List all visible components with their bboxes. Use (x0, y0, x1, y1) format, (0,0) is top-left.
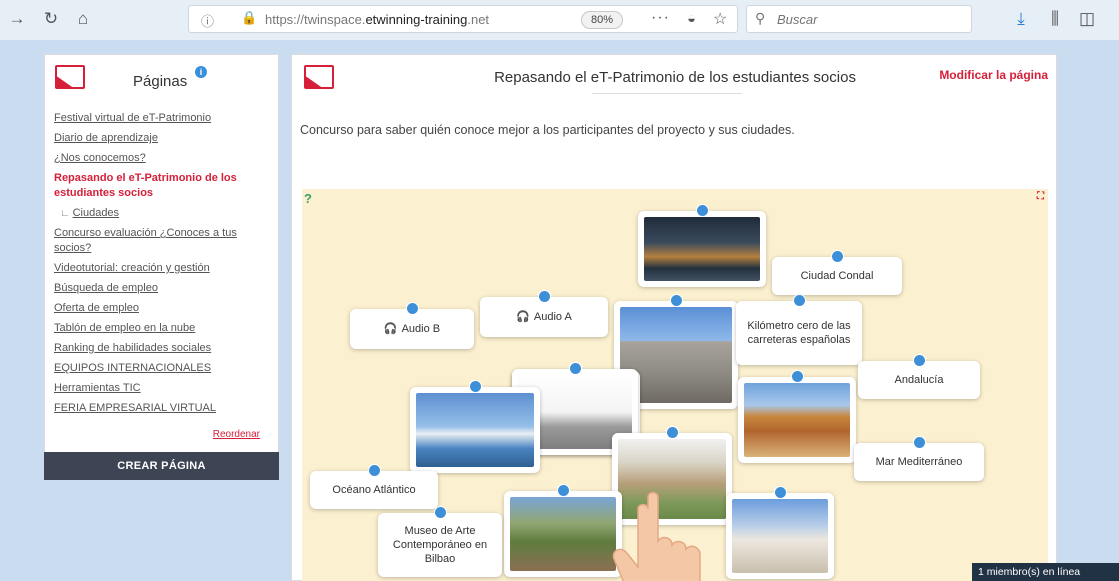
card-image (510, 497, 616, 571)
pin-icon[interactable] (406, 302, 419, 315)
card-label: Ciudad Condal (800, 270, 874, 282)
card-label: Océano Atlántico (332, 484, 416, 496)
page-item[interactable]: Videotutorial: creación y gestión (54, 261, 269, 276)
page-item[interactable]: Oferta de empleo (54, 301, 269, 316)
card-label: Andalucía (894, 374, 944, 386)
text-card[interactable]: Andalucía (858, 354, 980, 399)
matching-game[interactable]: ? ⛶ Ciudad Condal 🎧 Audio B 🎧 Audio A Ki… (302, 189, 1048, 581)
search-box[interactable]: ⚲ (746, 5, 972, 33)
text-card[interactable]: Museo de Arte Contemporáneo en Bilbao (378, 506, 502, 577)
image-card-palace[interactable] (612, 426, 732, 525)
card-label: Kilómetro cero de las carreteras español… (747, 320, 851, 346)
more-icon[interactable]: ··· (651, 9, 670, 27)
pin-icon[interactable] (913, 436, 926, 449)
library-icon[interactable]: ⫼ (1044, 8, 1066, 30)
zoom-badge[interactable]: 80% (581, 11, 623, 29)
pin-icon[interactable] (793, 294, 806, 307)
text-card[interactable]: Océano Atlántico (310, 464, 438, 509)
url-text[interactable]: https://twinspace.etwinning-training.net (265, 12, 489, 27)
home-icon[interactable]: ⌂ (72, 8, 94, 30)
image-card-night-city[interactable] (638, 204, 766, 287)
card-image (618, 439, 726, 519)
info-icon[interactable]: i (195, 66, 207, 78)
pin-icon[interactable] (913, 354, 926, 367)
page-item[interactable]: FERIA EMPRESARIAL VIRTUAL (54, 401, 269, 416)
card-label: Museo de Arte Contemporáneo en Bilbao (392, 525, 488, 565)
pin-icon[interactable] (666, 426, 679, 439)
pin-icon[interactable] (791, 370, 804, 383)
lock-icon[interactable]: 🔒 (241, 10, 257, 26)
page-item[interactable]: EQUIPOS INTERNACIONALES (54, 361, 269, 376)
page-item-sub[interactable]: ∟ Ciudades (54, 206, 269, 221)
text-card[interactable]: 🎧 Audio B (350, 302, 474, 349)
pin-icon[interactable] (774, 486, 787, 499)
info-icon[interactable]: ⓘ (201, 11, 214, 30)
image-card-madrid[interactable] (726, 486, 834, 579)
bookmark-star-icon[interactable]: ☆ (713, 9, 727, 29)
pocket-icon[interactable]: ◒ (687, 10, 696, 27)
pin-icon[interactable] (670, 294, 683, 307)
pin-icon[interactable] (469, 380, 482, 393)
pin-icon[interactable] (831, 250, 844, 263)
text-card[interactable]: Ciudad Condal (772, 250, 902, 295)
pin-icon[interactable] (434, 506, 447, 519)
pin-icon[interactable] (569, 362, 582, 375)
reload-icon[interactable]: ↻ (40, 8, 62, 30)
back-icon[interactable]: → (6, 8, 28, 30)
card-image (744, 383, 850, 457)
page-item[interactable]: Tablón de empleo en la nube (54, 321, 269, 336)
page-item[interactable]: Festival virtual de eT-Patrimonio (54, 111, 269, 126)
page-description: Concurso para saber quién conoce mejor a… (300, 123, 795, 137)
page-item-active[interactable]: Repasando el eT-Patrimonio de los estudi… (54, 171, 269, 201)
image-card-plaza[interactable] (738, 370, 856, 463)
address-bar[interactable]: ⓘ 🔒 https://twinspace.etwinning-training… (188, 5, 738, 33)
text-card[interactable]: Kilómetro cero de las carreteras español… (736, 294, 862, 365)
page-item[interactable]: Ranking de habilidades sociales (54, 341, 269, 356)
card-image (644, 217, 760, 281)
fullscreen-icon[interactable]: ⛶ (1037, 191, 1044, 202)
browser-toolbar: → ↻ ⌂ ⓘ 🔒 https://twinspace.etwinning-tr… (0, 0, 1119, 40)
card-label: Audio A (533, 311, 572, 323)
card-image (416, 393, 534, 467)
main-panel: Repasando el eT-Patrimonio de los estudi… (291, 54, 1057, 581)
headphones-icon: 🎧 (383, 323, 398, 335)
page-item[interactable]: Búsqueda de empleo (54, 281, 269, 296)
title-divider (592, 93, 742, 94)
pages-title: Páginas (133, 73, 188, 90)
sidebar-icon[interactable]: ◫ (1076, 8, 1098, 30)
search-input[interactable] (777, 10, 957, 28)
page-item[interactable]: Herramientas TIC (54, 381, 269, 396)
etwinning-flag-icon (55, 65, 85, 89)
card-label: Mar Mediterráneo (875, 456, 963, 468)
image-card-arts-science[interactable] (410, 380, 540, 473)
pin-icon[interactable] (557, 484, 570, 497)
page-list: Festival virtual de eT-Patrimonio Diario… (54, 111, 269, 421)
page-item[interactable]: Diario de aprendizaje (54, 131, 269, 146)
modify-page-link[interactable]: Modificar la página (939, 68, 1048, 82)
pin-icon[interactable] (696, 204, 709, 217)
pin-icon[interactable] (538, 290, 551, 303)
page-item[interactable]: ¿Nos conocemos? (54, 151, 269, 166)
text-card[interactable]: 🎧 Audio A (480, 290, 608, 337)
download-icon[interactable]: ⤓ (1010, 8, 1032, 30)
help-icon[interactable]: ? (304, 191, 312, 206)
search-icon: ⚲ (755, 10, 766, 26)
headphones-icon: 🎧 (516, 311, 530, 323)
pin-icon[interactable] (368, 464, 381, 477)
page-item[interactable]: Concurso evaluación ¿Conoces a tus socio… (54, 226, 269, 256)
pages-panel: Páginas i Festival virtual de eT-Patrimo… (44, 54, 279, 454)
create-page-button[interactable]: CREAR PÁGINA (44, 452, 279, 480)
reorder-link[interactable]: Reordenar (213, 429, 260, 440)
image-card-rocks[interactable] (504, 484, 622, 577)
card-label: Audio B (401, 323, 441, 335)
card-image (732, 499, 828, 573)
text-card[interactable]: Mar Mediterráneo (854, 436, 984, 481)
online-members-badge[interactable]: 1 miembro(s) en línea (972, 563, 1119, 581)
